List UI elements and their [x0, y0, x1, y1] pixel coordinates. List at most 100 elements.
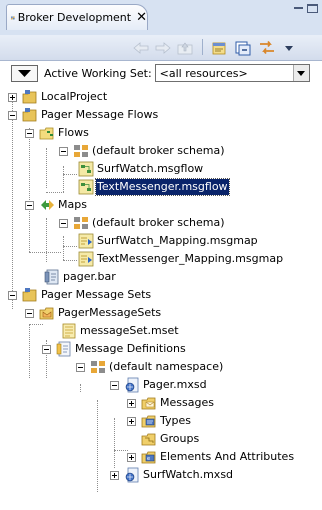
collapse-toggle[interactable]: [25, 201, 34, 210]
tree-item-label: SurfWatch.mxsd: [143, 468, 234, 481]
broker-development-view: Broker Development ✕ Active Working Set:…: [0, 0, 322, 510]
toolbar-separator: [202, 39, 203, 55]
tree-item-label: pager.bar: [63, 270, 116, 283]
tree-item-surfwatch-msgflow[interactable]: SurfWatch.msgflow: [0, 160, 322, 178]
back-arrow-icon: [133, 41, 149, 54]
minimize-icon[interactable]: [293, 4, 304, 13]
flows-folder-icon: [39, 127, 54, 140]
tree-item-label: Pager Message Flows: [41, 108, 159, 121]
tree-item-maps-default-schema[interactable]: (default broker schema): [0, 214, 322, 232]
working-set-label: Active Working Set:: [44, 66, 152, 80]
expand-toggle[interactable]: [127, 399, 136, 408]
collapse-toggle[interactable]: [76, 363, 85, 372]
mxsd-file-icon: [125, 377, 139, 393]
link-with-editor-icon: [260, 40, 274, 54]
expand-toggle[interactable]: [127, 453, 136, 462]
maximize-icon[interactable]: [307, 4, 318, 13]
expand-toggle[interactable]: [127, 417, 136, 426]
tree-item-textmessenger-msgflow[interactable]: TextMessenger.msgflow: [0, 178, 322, 196]
tree-item-localproject[interactable]: LocalProject: [0, 88, 322, 106]
tab-broker-development[interactable]: Broker Development ✕: [6, 4, 148, 30]
collapse-toggle[interactable]: [59, 147, 68, 156]
tree-item-maps[interactable]: Maps: [0, 196, 322, 214]
tree-item-pager-message-flows[interactable]: Pager Message Flows: [0, 106, 322, 124]
project-tree: LocalProject Pager Message Flows Flows (…: [0, 88, 322, 508]
tree-item-pager-message-sets[interactable]: Pager Message Sets: [0, 286, 322, 304]
collapse-all-icon: [235, 41, 251, 55]
up-button[interactable]: [176, 39, 194, 56]
mxsd-file-icon: [125, 467, 139, 483]
collapse-toggle[interactable]: [8, 291, 17, 300]
tree-item-label: Flows: [58, 126, 89, 139]
tree-item-label: PagerMessageSets: [58, 306, 162, 319]
forward-button[interactable]: [154, 39, 172, 56]
tree-item-pager-mxsd[interactable]: Pager.mxsd: [0, 376, 322, 394]
msgflow-icon: [78, 161, 94, 177]
collapse-all-button[interactable]: [233, 39, 253, 56]
expand-toggle[interactable]: [110, 471, 119, 480]
new-wizard-icon: [212, 42, 226, 54]
msgmap-icon: [78, 233, 94, 249]
tree-item-label: TextMessenger_Mapping.msgmap: [97, 252, 284, 265]
tree-item-label: Types: [160, 414, 191, 427]
expand-toggle[interactable]: [8, 93, 17, 102]
forward-arrow-icon: [155, 41, 171, 54]
working-set-value: <all resources>: [159, 66, 248, 80]
types-folder-icon: [141, 415, 156, 428]
project-folder-icon: [22, 288, 37, 302]
project-folder-icon: [22, 108, 37, 122]
collapse-toggle[interactable]: [59, 219, 68, 228]
bar-file-icon: [44, 269, 59, 285]
mset-file-icon: [62, 323, 76, 339]
tree-item-flows[interactable]: Flows: [0, 124, 322, 142]
tree-item-elements-and-attributes[interactable]: e Elements And Attributes: [0, 448, 322, 466]
collapse-toggle[interactable]: [25, 309, 34, 318]
tree-item-message-definitions[interactable]: Message Definitions: [0, 340, 322, 358]
working-set-row: Active Working Set: <all resources>: [0, 61, 322, 85]
broker-view-icon: [11, 16, 15, 19]
project-folder-icon: [22, 90, 37, 104]
tree-item-label: Messages: [160, 396, 214, 409]
tree-item-label: Pager.mxsd: [143, 378, 207, 391]
tree-item-label: Elements And Attributes: [160, 450, 295, 463]
tree-item-label: Message Definitions: [75, 342, 186, 355]
maps-folder-icon: [41, 200, 54, 210]
view-menu-button[interactable]: [282, 39, 296, 56]
groups-folder-icon: [141, 433, 156, 446]
up-folder-icon: [177, 42, 193, 54]
working-set-select[interactable]: <all resources>: [154, 64, 310, 82]
tab-title: Broker Development: [17, 11, 132, 24]
tree-item-messages[interactable]: Messages: [0, 394, 322, 412]
tree-item-flows-default-schema[interactable]: (default broker schema): [0, 142, 322, 160]
view-menu-icon: [285, 45, 293, 51]
msgmap-icon: [78, 251, 94, 267]
collapse-toggle[interactable]: [42, 345, 51, 354]
tree-item-label: Maps: [58, 198, 87, 211]
collapse-toggle[interactable]: [110, 381, 119, 390]
tree-item-pagermessagesets[interactable]: PagerMessageSets: [0, 304, 322, 322]
tree-item-pager-bar[interactable]: pager.bar: [0, 268, 322, 286]
tree-item-textmessenger-mapping[interactable]: TextMessenger_Mapping.msgmap: [0, 250, 322, 268]
tree-item-groups[interactable]: Groups: [0, 430, 322, 448]
working-set-menu-button[interactable]: [11, 64, 38, 82]
new-button[interactable]: [209, 39, 229, 56]
namespace-icon: [91, 361, 105, 373]
collapse-toggle[interactable]: [25, 129, 34, 138]
view-toolbar: [0, 35, 322, 61]
tree-item-messageset-mset[interactable]: messageSet.mset: [0, 322, 322, 340]
back-button[interactable]: [132, 39, 150, 56]
tree-item-label: (default broker schema): [92, 144, 225, 157]
tree-item-label-selected: TextMessenger.msgflow: [95, 178, 230, 196]
tree-item-default-namespace[interactable]: (default namespace): [0, 358, 322, 376]
link-with-editor-button[interactable]: [257, 39, 277, 56]
tree-item-surfwatch-mxsd[interactable]: SurfWatch.mxsd: [0, 466, 322, 484]
close-icon[interactable]: ✕: [136, 11, 147, 24]
message-definitions-icon: [56, 341, 71, 357]
view-window-controls: [293, 4, 318, 13]
working-set-dropdown-arrow[interactable]: [292, 65, 309, 81]
tree-item-label: SurfWatch_Mapping.msgmap: [97, 234, 258, 247]
collapse-toggle[interactable]: [8, 111, 17, 120]
msgflow-icon: [78, 179, 94, 195]
tree-item-types[interactable]: Types: [0, 412, 322, 430]
tree-item-surfwatch-mapping[interactable]: SurfWatch_Mapping.msgmap: [0, 232, 322, 250]
